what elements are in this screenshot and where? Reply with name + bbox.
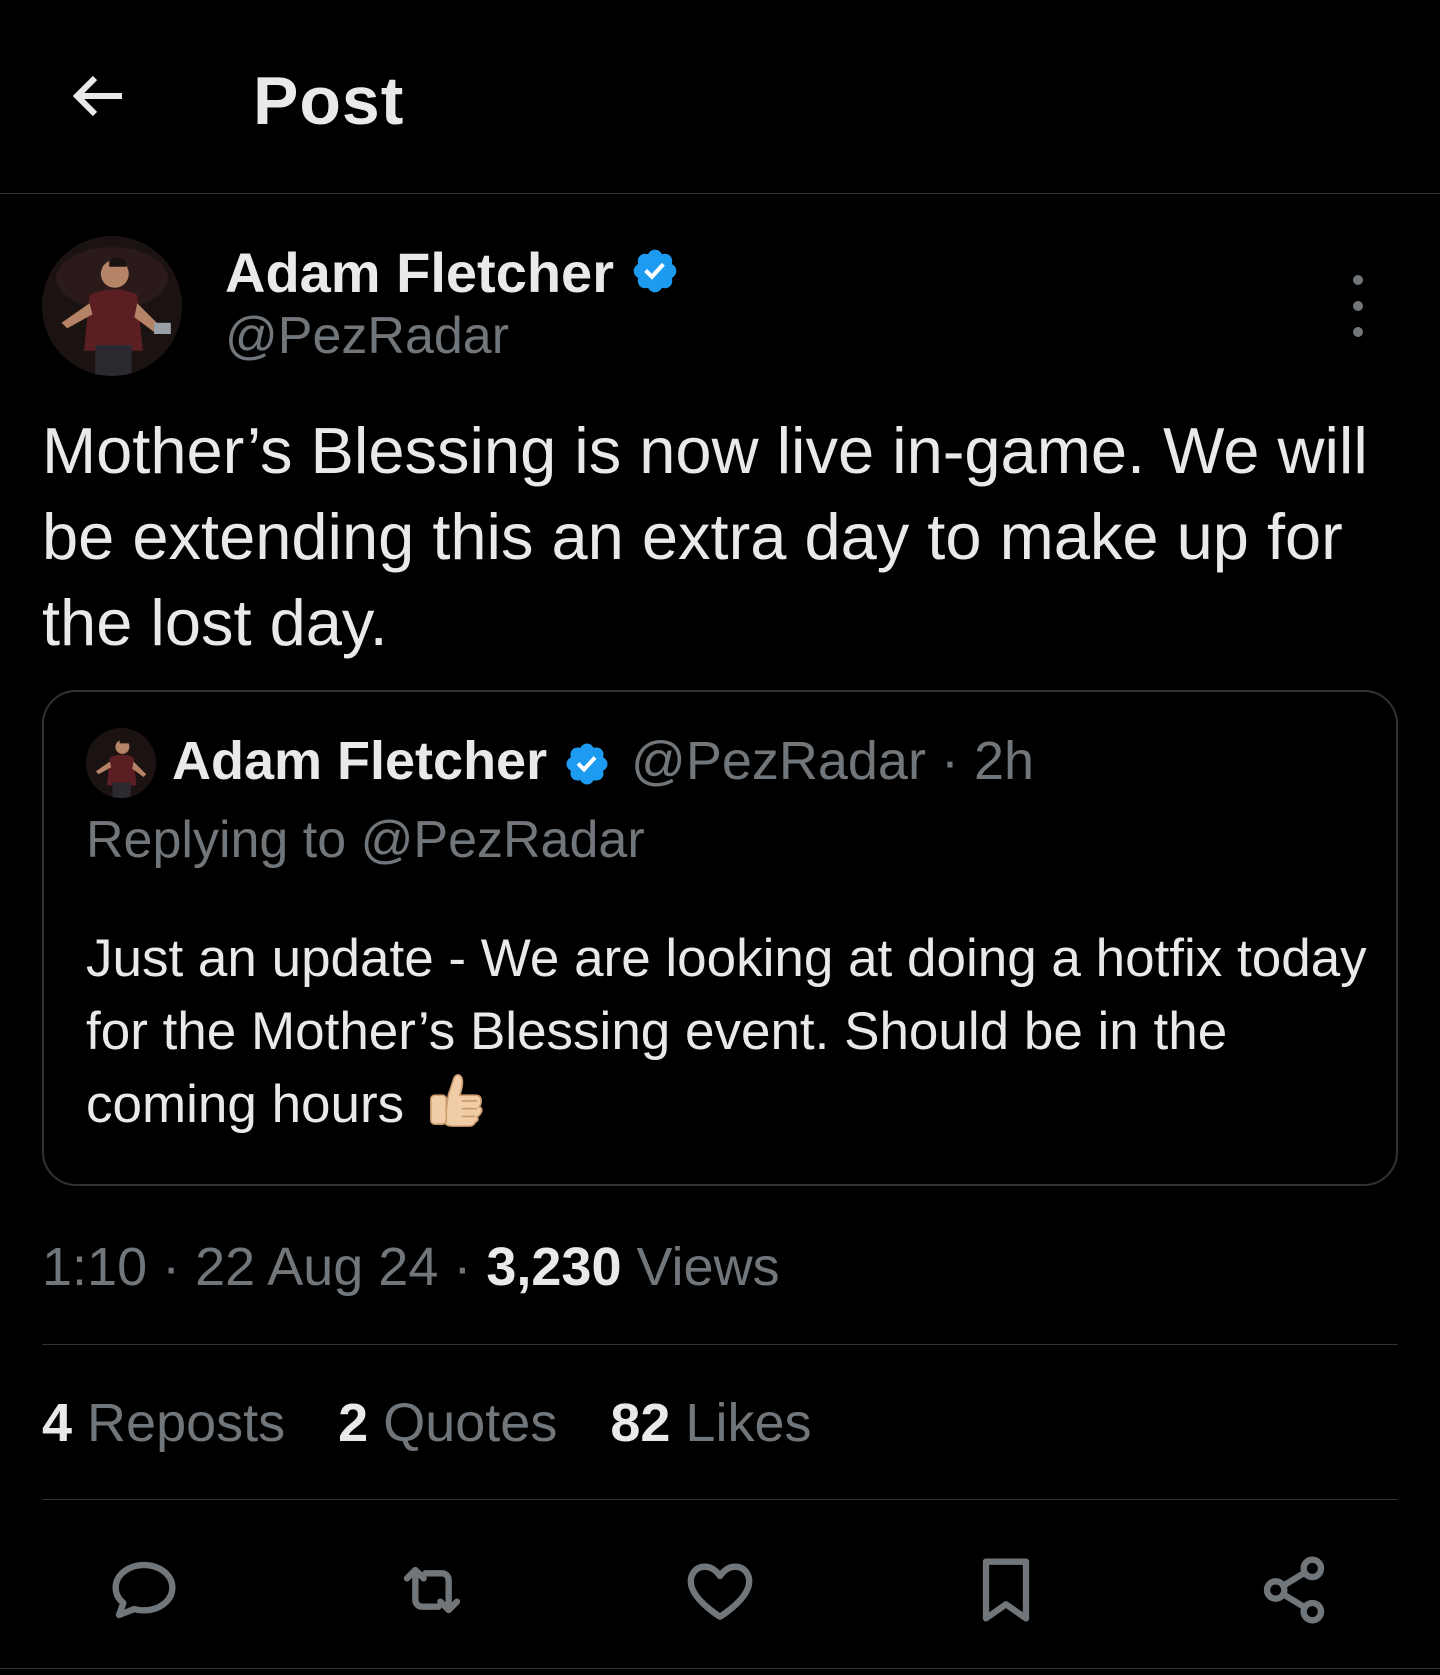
- like-icon: [687, 1563, 753, 1620]
- views-count: 3,230: [486, 1237, 622, 1297]
- post-date: 22 Aug 24: [195, 1237, 439, 1297]
- divider: [42, 1344, 1398, 1345]
- quoted-author-handle: @PezRadar: [631, 731, 926, 791]
- author-name[interactable]: Adam Fletcher: [225, 240, 614, 305]
- avatar[interactable]: [42, 236, 182, 376]
- reposts-stat[interactable]: 4 Reposts: [42, 1393, 285, 1453]
- more-options-button[interactable]: [1338, 266, 1378, 346]
- page-title: Post: [253, 63, 405, 139]
- divider: [42, 1499, 1398, 1500]
- views-label: Views: [621, 1237, 780, 1297]
- quoted-author-name: Adam Fletcher: [172, 731, 548, 791]
- share-icon: [1263, 1556, 1325, 1624]
- quotes-count: 2: [338, 1393, 369, 1453]
- quoted-avatar: [86, 728, 156, 798]
- arrow-left-icon: [72, 75, 122, 117]
- divider: [0, 1668, 1440, 1669]
- share-button[interactable]: [1254, 1550, 1334, 1630]
- likes-label: Likes: [670, 1393, 812, 1453]
- reply-icon: [112, 1561, 176, 1619]
- repost-button[interactable]: [392, 1550, 472, 1630]
- verified-badge-icon: [633, 249, 677, 293]
- replying-handle: @PezRadar: [360, 811, 645, 869]
- separator: ·: [438, 1237, 487, 1297]
- quotes-stat[interactable]: 2 Quotes: [338, 1393, 557, 1453]
- action-bar: [0, 1540, 1440, 1630]
- more-vertical-icon: [1353, 275, 1363, 337]
- post-stats: 4 Reposts 2 Quotes 82 Likes: [42, 1392, 850, 1454]
- replying-to: Replying to @PezRadar: [86, 810, 645, 870]
- avatar-image: [42, 236, 182, 376]
- like-button[interactable]: [680, 1550, 760, 1630]
- top-bar: Post: [0, 0, 1440, 194]
- replying-label: Replying to: [86, 811, 361, 869]
- meta-separator: ·: [925, 731, 974, 791]
- quoted-time: 2h: [973, 731, 1035, 791]
- quotes-label: Quotes: [368, 1393, 558, 1453]
- post-text: Mother’s Blessing is now live in-game. W…: [42, 414, 1368, 659]
- reply-button[interactable]: [104, 1550, 184, 1630]
- likes-stat[interactable]: 82 Likes: [610, 1393, 811, 1453]
- thumbs-up-emoji-icon: [429, 1074, 483, 1127]
- post-timestamp: 1:10 · 22 Aug 24 · 3,230 Views: [42, 1236, 780, 1298]
- likes-count: 82: [610, 1393, 671, 1453]
- quoted-post[interactable]: Adam Fletcher @PezRadar · 2h Replying to…: [42, 690, 1398, 1186]
- quoted-meta: @PezRadar · 2h: [631, 730, 1034, 792]
- bookmark-icon: [982, 1558, 1030, 1622]
- separator: ·: [147, 1237, 196, 1297]
- verified-badge-icon: [566, 743, 608, 785]
- reposts-label: Reposts: [72, 1393, 286, 1453]
- post-author: Adam Fletcher @PezRadar: [42, 236, 1398, 376]
- repost-icon: [403, 1566, 461, 1614]
- post-time: 1:10: [42, 1237, 148, 1297]
- back-button[interactable]: [62, 60, 134, 132]
- bookmark-button[interactable]: [966, 1550, 1046, 1630]
- quoted-text-body: Just an update - We are looking at doing…: [86, 929, 1367, 1134]
- quoted-text: Just an update - We are looking at doing…: [86, 922, 1376, 1141]
- reposts-count: 4: [42, 1393, 73, 1453]
- avatar-image: [86, 728, 156, 798]
- author-handle[interactable]: @PezRadar: [225, 306, 509, 366]
